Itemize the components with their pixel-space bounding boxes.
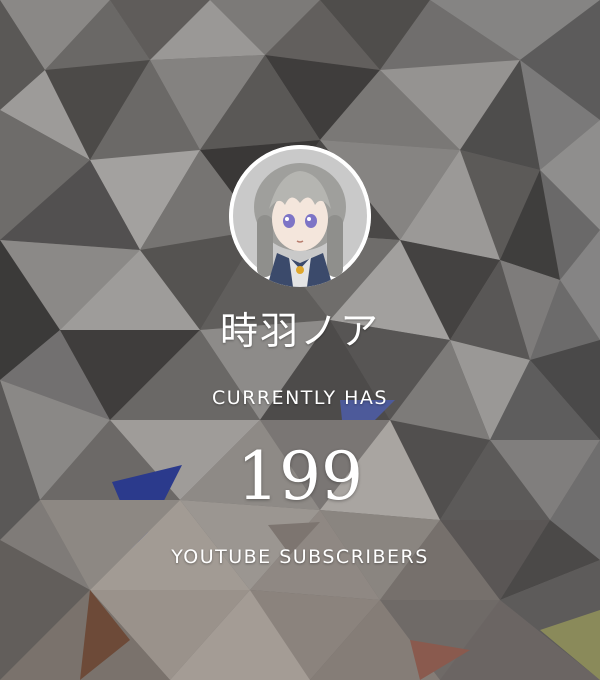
currently-has-label: CURRENTLY HAS <box>212 387 388 409</box>
anime-character-avatar-icon <box>229 145 371 287</box>
subscriber-counter-widget: 時羽ノア CURRENTLY HAS 199 YOUTUBE SUBSCRIBE… <box>0 0 600 680</box>
subscriber-count: 199 <box>237 438 363 515</box>
youtube-subscribers-label: YOUTUBE SUBSCRIBERS <box>171 546 429 568</box>
channel-avatar <box>229 145 371 287</box>
counter-content: 時羽ノア CURRENTLY HAS 199 YOUTUBE SUBSCRIBE… <box>0 0 600 680</box>
channel-name: 時羽ノア <box>219 309 380 353</box>
